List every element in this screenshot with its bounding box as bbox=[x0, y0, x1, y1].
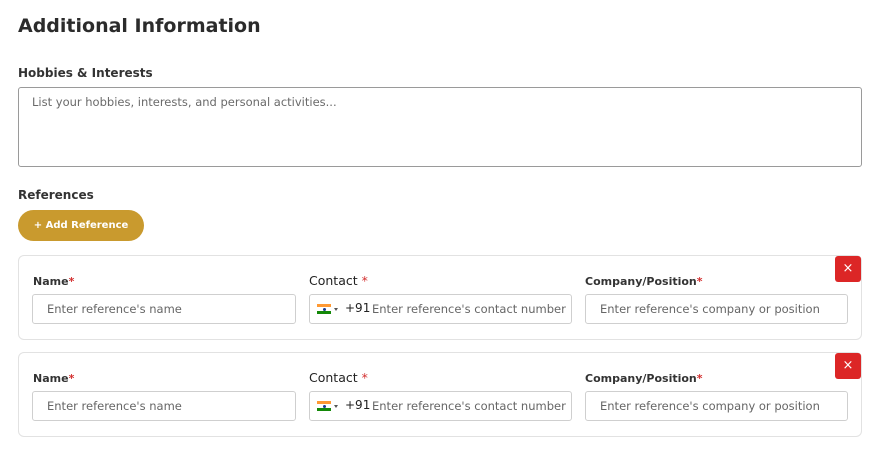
reference-contact-input[interactable] bbox=[370, 393, 568, 419]
contact-phone-field: +91 bbox=[309, 391, 572, 421]
required-mark: * bbox=[696, 275, 703, 288]
reference-name-input[interactable] bbox=[32, 294, 296, 324]
references-label: References bbox=[18, 188, 94, 202]
close-icon: × bbox=[842, 261, 854, 276]
india-flag-icon[interactable] bbox=[317, 304, 331, 314]
name-label: Name* bbox=[33, 275, 74, 288]
contact-label-text: Contact bbox=[309, 273, 358, 288]
name-label-text: Name bbox=[33, 275, 69, 288]
dial-code: +91 bbox=[345, 301, 371, 315]
company-label: Company/Position* bbox=[585, 275, 703, 288]
reference-company-input[interactable] bbox=[585, 294, 848, 324]
remove-reference-button[interactable]: × bbox=[835, 353, 861, 379]
required-mark: * bbox=[68, 372, 75, 385]
reference-card: × Name* Contact * +91 Company/Position* bbox=[18, 352, 862, 437]
add-reference-button[interactable]: + Add Reference bbox=[18, 210, 144, 241]
reference-contact-input[interactable] bbox=[370, 296, 568, 322]
required-mark: * bbox=[361, 273, 368, 288]
hobbies-textarea[interactable] bbox=[18, 87, 862, 167]
company-label-text: Company/Position bbox=[585, 372, 697, 385]
remove-reference-button[interactable]: × bbox=[835, 256, 861, 282]
chevron-down-icon[interactable] bbox=[334, 405, 338, 408]
required-mark: * bbox=[361, 370, 368, 385]
reference-company-input[interactable] bbox=[585, 391, 848, 421]
required-mark: * bbox=[696, 372, 703, 385]
section-title: Additional Information bbox=[18, 15, 261, 37]
contact-label: Contact * bbox=[309, 370, 368, 385]
required-mark: * bbox=[68, 275, 75, 288]
reference-name-input[interactable] bbox=[32, 391, 296, 421]
company-label: Company/Position* bbox=[585, 372, 703, 385]
reference-card: × Name* Contact * +91 Company/Position* bbox=[18, 255, 862, 340]
india-flag-icon[interactable] bbox=[317, 401, 331, 411]
contact-phone-field: +91 bbox=[309, 294, 572, 324]
name-label: Name* bbox=[33, 372, 74, 385]
company-label-text: Company/Position bbox=[585, 275, 697, 288]
dial-code: +91 bbox=[345, 398, 371, 412]
contact-label: Contact * bbox=[309, 273, 368, 288]
close-icon: × bbox=[842, 358, 854, 373]
hobbies-label: Hobbies & Interests bbox=[18, 66, 153, 80]
contact-label-text: Contact bbox=[309, 370, 358, 385]
name-label-text: Name bbox=[33, 372, 69, 385]
chevron-down-icon[interactable] bbox=[334, 308, 338, 311]
